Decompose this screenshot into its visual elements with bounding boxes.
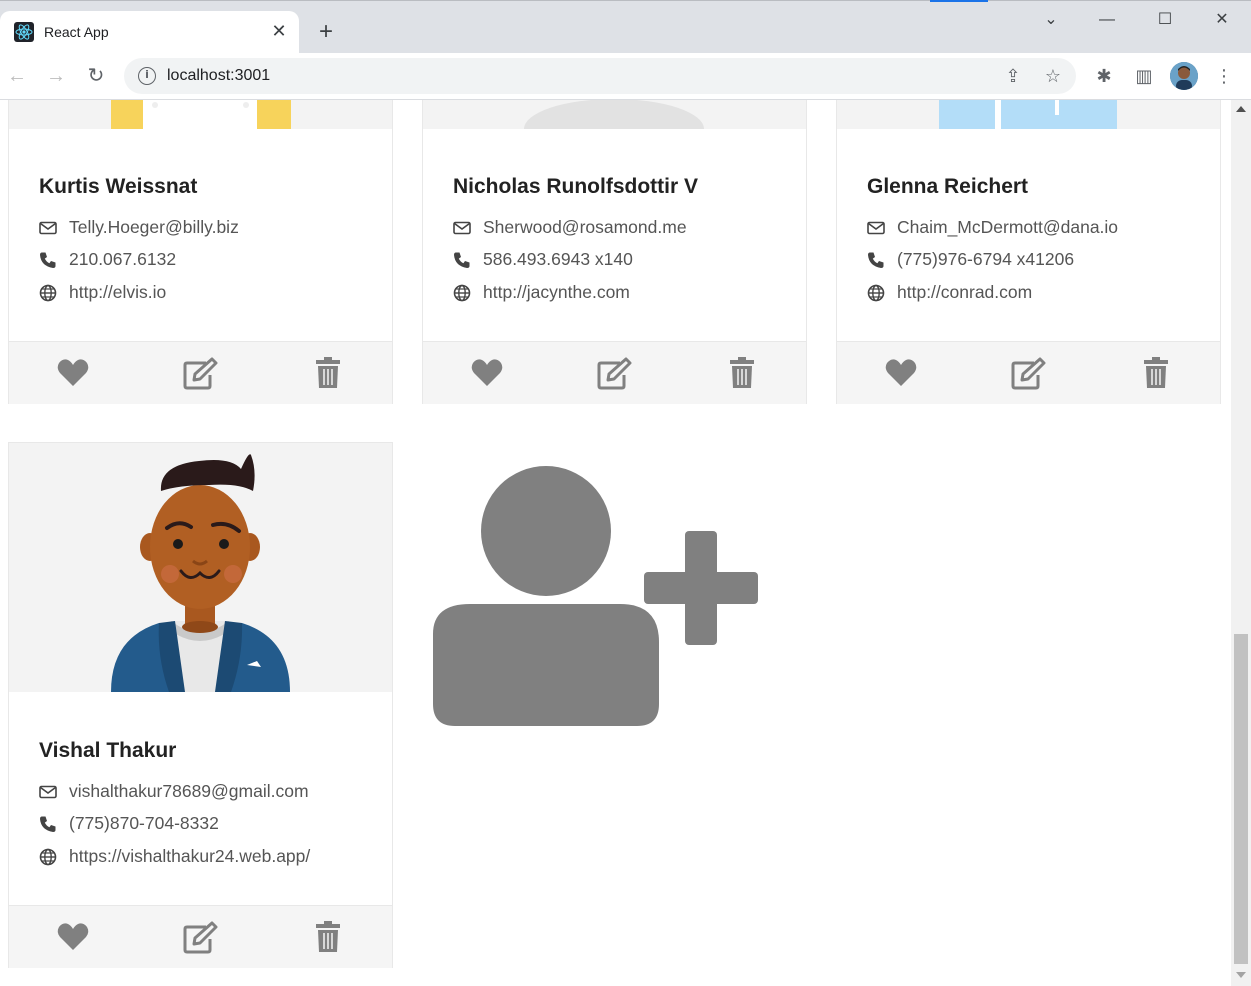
page-scrollbar[interactable] [1231,100,1251,986]
contact-phone-row: 586.493.6943 x140 [453,249,793,271]
trash-icon[interactable] [310,356,346,390]
phone-icon [40,816,56,832]
contact-phone: (775)870-704-8332 [69,813,219,833]
share-icon[interactable]: ⇪ [1002,65,1024,87]
contact-email: Sherwood@rosamond.me [483,217,687,237]
new-tab-button[interactable]: + [313,19,339,45]
contact-email: Telly.Hoeger@billy.biz [69,217,239,237]
user-plus-icon[interactable] [430,464,760,728]
close-window-button[interactable]: ✕ [1202,6,1242,34]
trash-icon[interactable] [724,356,760,390]
contact-name: Vishal Thakur [39,739,177,762]
heart-icon[interactable] [55,920,91,954]
globe-icon [867,284,885,302]
heart-icon[interactable] [469,356,505,390]
contact-phone-row: 210.067.6132 [39,249,379,271]
tab-title: React App [44,24,109,40]
contact-phone: (775)976-6794 x41206 [897,249,1075,269]
envelope-icon [453,221,471,235]
tab-close-icon[interactable]: ✕ [268,20,290,42]
contact-email-row: Sherwood@rosamond.me [453,217,793,239]
tab-search-button[interactable]: ⌄ [1031,6,1071,34]
contact-website-row: http://conrad.com [867,282,1207,304]
contact-name: Kurtis Weissnat [39,175,198,198]
globe-icon [39,848,57,866]
avatar [837,100,1220,129]
contact-name: Glenna Reichert [867,175,1029,198]
contact-phone: 210.067.6132 [69,249,177,269]
contact-email-row: Chaim_McDermott@dana.io [867,217,1207,239]
forward-button[interactable]: → [43,63,69,89]
globe-icon [453,284,471,302]
contact-card: Kurtis Weissnat Telly.Hoeger@billy.biz 2… [8,100,393,404]
edit-icon[interactable] [182,356,218,390]
extensions-icon[interactable]: ✱ [1092,64,1116,88]
contact-website-row: http://jacynthe.com [453,282,793,304]
scroll-down-arrow[interactable] [1236,972,1246,978]
contact-name: Nicholas Runolfsdottir V [453,175,699,198]
minimize-button[interactable]: — [1087,6,1127,34]
contact-website[interactable]: http://conrad.com [897,282,1032,303]
phone-icon [454,252,470,268]
trash-icon[interactable] [1138,356,1174,390]
tab-strip-top-border [0,0,1251,2]
envelope-icon [39,785,57,799]
site-info-icon[interactable]: i [138,67,156,85]
address-bar[interactable]: i localhost:3001 ⇪ ☆ [124,58,1076,94]
card-actions [423,341,806,404]
edit-icon[interactable] [1010,356,1046,390]
contact-email: Chaim_McDermott@dana.io [897,217,1119,237]
trash-icon[interactable] [310,920,346,954]
maximize-button[interactable]: ☐ [1145,6,1185,34]
card-actions [9,341,392,404]
envelope-icon [867,221,885,235]
tab-react-app[interactable]: React App ✕ [0,11,299,53]
bookmark-star-icon[interactable]: ☆ [1042,65,1064,87]
contact-email-row: Telly.Hoeger@billy.biz [39,217,379,239]
contact-website[interactable]: http://elvis.io [69,282,166,303]
back-button[interactable]: ← [4,63,30,89]
globe-icon [39,284,57,302]
url-text[interactable]: localhost:3001 [167,67,270,85]
scroll-up-arrow[interactable] [1236,106,1246,112]
contact-card: Nicholas Runolfsdottir V Sherwood@rosamo… [422,100,807,404]
profile-avatar[interactable] [1170,62,1198,90]
contact-email: vishalthakur78689@gmail.com [69,781,309,801]
envelope-icon [39,221,57,235]
scroll-thumb[interactable] [1234,634,1248,964]
tab-strip: React App ✕ + ⌄ — ☐ ✕ [0,0,1251,53]
contact-card: Vishal Thakur vishalthakur78689@gmail.co… [8,442,393,968]
contact-website-row: https://vishalthakur24.web.app/ [39,846,379,868]
chrome-menu-icon[interactable]: ⋮ [1212,64,1236,88]
card-actions [837,341,1220,404]
edit-icon[interactable] [182,920,218,954]
contact-website[interactable]: https://vishalthakur24.web.app/ [69,846,310,867]
contact-website[interactable]: http://jacynthe.com [483,282,630,303]
card-actions [9,905,392,968]
edit-icon[interactable] [596,356,632,390]
reload-button[interactable]: ↻ [83,63,109,89]
loading-indicator [930,0,988,2]
heart-icon[interactable] [883,356,919,390]
phone-icon [868,252,884,268]
side-panel-icon[interactable]: ▥ [1132,64,1156,88]
react-logo-icon [14,22,34,42]
avatar [423,100,806,129]
heart-icon[interactable] [55,356,91,390]
avatar [9,100,392,129]
avatar [9,443,392,692]
page-viewport: Kurtis Weissnat Telly.Hoeger@billy.biz 2… [0,100,1251,986]
contact-email-row: vishalthakur78689@gmail.com [39,781,379,803]
contact-phone: 586.493.6943 x140 [483,249,633,269]
contact-card: Glenna Reichert Chaim_McDermott@dana.io … [836,100,1221,404]
contact-website-row: http://elvis.io [39,282,379,304]
phone-icon [40,252,56,268]
contact-phone-row: (775)870-704-8332 [39,813,379,835]
browser-toolbar: ← → ↻ i localhost:3001 ⇪ ☆ ✱ ▥ ⋮ [0,53,1251,100]
contact-phone-row: (775)976-6794 x41206 [867,249,1207,271]
